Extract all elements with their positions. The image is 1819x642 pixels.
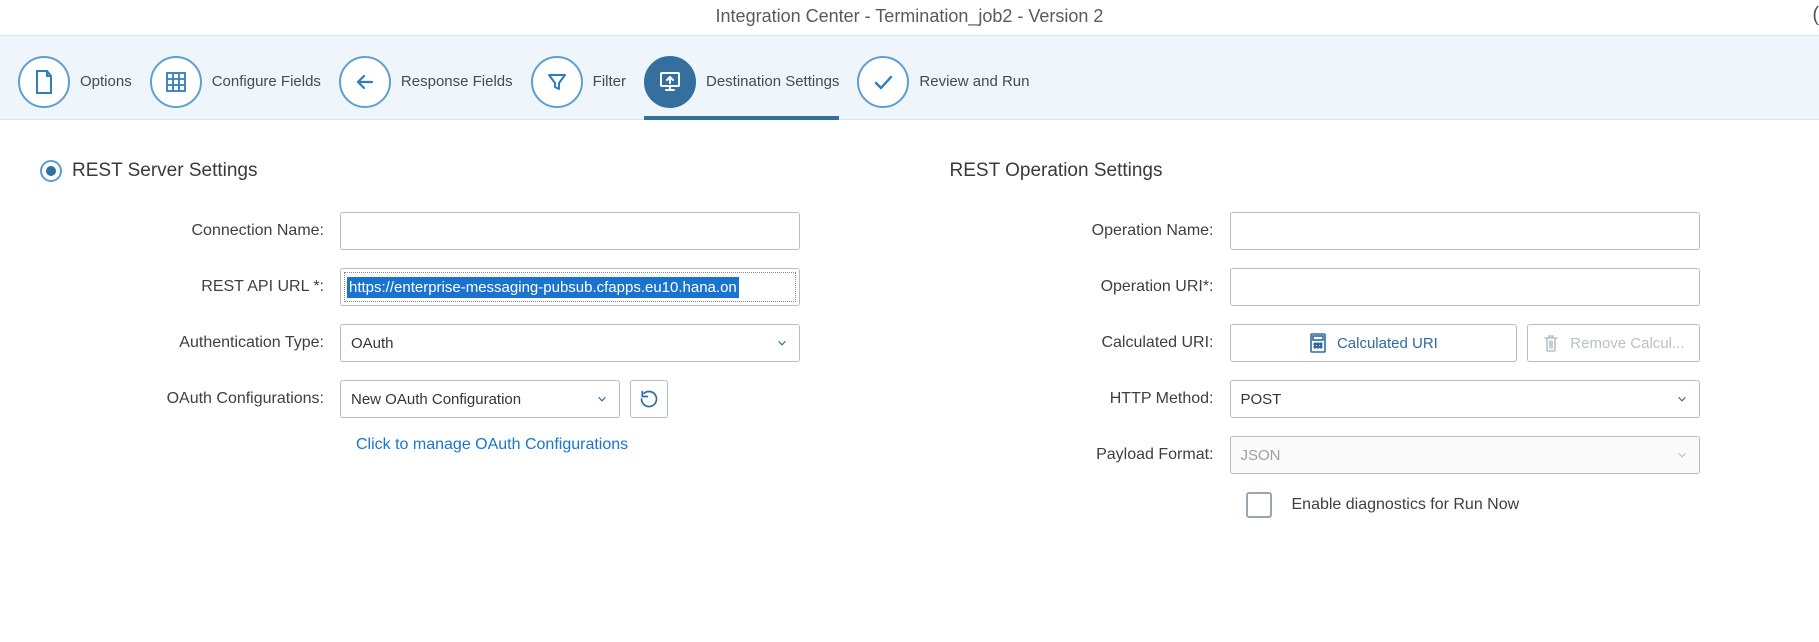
oauth-configurations-label: OAuth Configurations:	[40, 390, 340, 408]
rest-server-settings-radio[interactable]	[40, 160, 62, 182]
funnel-icon	[531, 56, 583, 108]
step-label: Review and Run	[919, 73, 1029, 90]
connection-name-input[interactable]	[340, 212, 800, 250]
operation-uri-input[interactable]	[1230, 268, 1700, 306]
step-label: Filter	[593, 73, 626, 90]
calculated-uri-button[interactable]: Calculated URI	[1230, 324, 1518, 362]
calculated-uri-label: Calculated URI:	[940, 334, 1230, 352]
step-label: Response Fields	[401, 73, 513, 90]
operation-name-input[interactable]	[1230, 212, 1700, 250]
page-title: Integration Center - Termination_job2 - …	[0, 0, 1819, 35]
step-label: Options	[80, 73, 132, 90]
authentication-type-label: Authentication Type:	[40, 334, 340, 352]
http-method-label: HTTP Method:	[940, 390, 1230, 408]
step-destination-settings[interactable]: Destination Settings	[644, 44, 839, 119]
chevron-down-icon	[595, 392, 609, 406]
oauth-configurations-value: New OAuth Configuration	[351, 391, 521, 408]
check-icon	[857, 56, 909, 108]
step-filter[interactable]: Filter	[531, 44, 626, 119]
payload-format-select: JSON	[1230, 436, 1700, 474]
grid-icon	[150, 56, 202, 108]
http-method-value: POST	[1241, 391, 1282, 408]
upload-monitor-icon	[644, 56, 696, 108]
rest-api-url-value: https://enterprise-messaging-pubsub.cfap…	[347, 277, 739, 298]
trash-icon	[1542, 333, 1560, 353]
calculated-uri-button-label: Calculated URI	[1337, 335, 1438, 352]
step-label: Configure Fields	[212, 73, 321, 90]
operation-name-label: Operation Name:	[940, 222, 1230, 240]
arrow-left-icon	[339, 56, 391, 108]
page-icon	[18, 56, 70, 108]
remove-calculated-button-label: Remove Calcul...	[1570, 335, 1684, 352]
step-response-fields[interactable]: Response Fields	[339, 44, 513, 119]
enable-diagnostics-label: Enable diagnostics for Run Now	[1292, 496, 1520, 514]
step-review-run[interactable]: Review and Run	[857, 44, 1029, 119]
operation-uri-label: Operation URI*:	[940, 278, 1230, 296]
step-options[interactable]: Options	[18, 44, 132, 119]
rest-server-settings-section: REST Server Settings Connection Name: RE…	[40, 160, 900, 518]
step-label: Destination Settings	[706, 73, 839, 90]
refresh-button[interactable]	[630, 380, 668, 418]
rest-api-url-label: REST API URL *:	[40, 278, 340, 296]
http-method-select[interactable]: POST	[1230, 380, 1700, 418]
chevron-down-icon	[1675, 448, 1689, 462]
enable-diagnostics-checkbox[interactable]	[1246, 492, 1272, 518]
calculator-icon	[1309, 333, 1327, 353]
payload-format-value: JSON	[1241, 447, 1281, 464]
section-title: REST Operation Settings	[940, 160, 1800, 182]
authentication-type-select[interactable]: OAuth	[340, 324, 800, 362]
chevron-down-icon	[775, 336, 789, 350]
payload-format-label: Payload Format:	[940, 446, 1230, 464]
info-icon-partial: (	[1812, 4, 1819, 27]
chevron-down-icon	[1675, 392, 1689, 406]
connection-name-label: Connection Name:	[40, 222, 340, 240]
rest-operation-settings-section: REST Operation Settings Operation Name: …	[940, 160, 1800, 518]
authentication-type-value: OAuth	[351, 335, 394, 352]
wizard-step-bar: Options Configure Fields Response Fields…	[0, 35, 1819, 120]
rest-api-url-input[interactable]: https://enterprise-messaging-pubsub.cfap…	[340, 268, 800, 306]
refresh-icon	[639, 389, 659, 409]
oauth-configurations-select[interactable]: New OAuth Configuration	[340, 380, 620, 418]
section-title: REST Server Settings	[72, 160, 258, 182]
step-configure-fields[interactable]: Configure Fields	[150, 44, 321, 119]
remove-calculated-button[interactable]: Remove Calcul...	[1527, 324, 1699, 362]
manage-oauth-link[interactable]: Click to manage OAuth Configurations	[356, 436, 900, 454]
